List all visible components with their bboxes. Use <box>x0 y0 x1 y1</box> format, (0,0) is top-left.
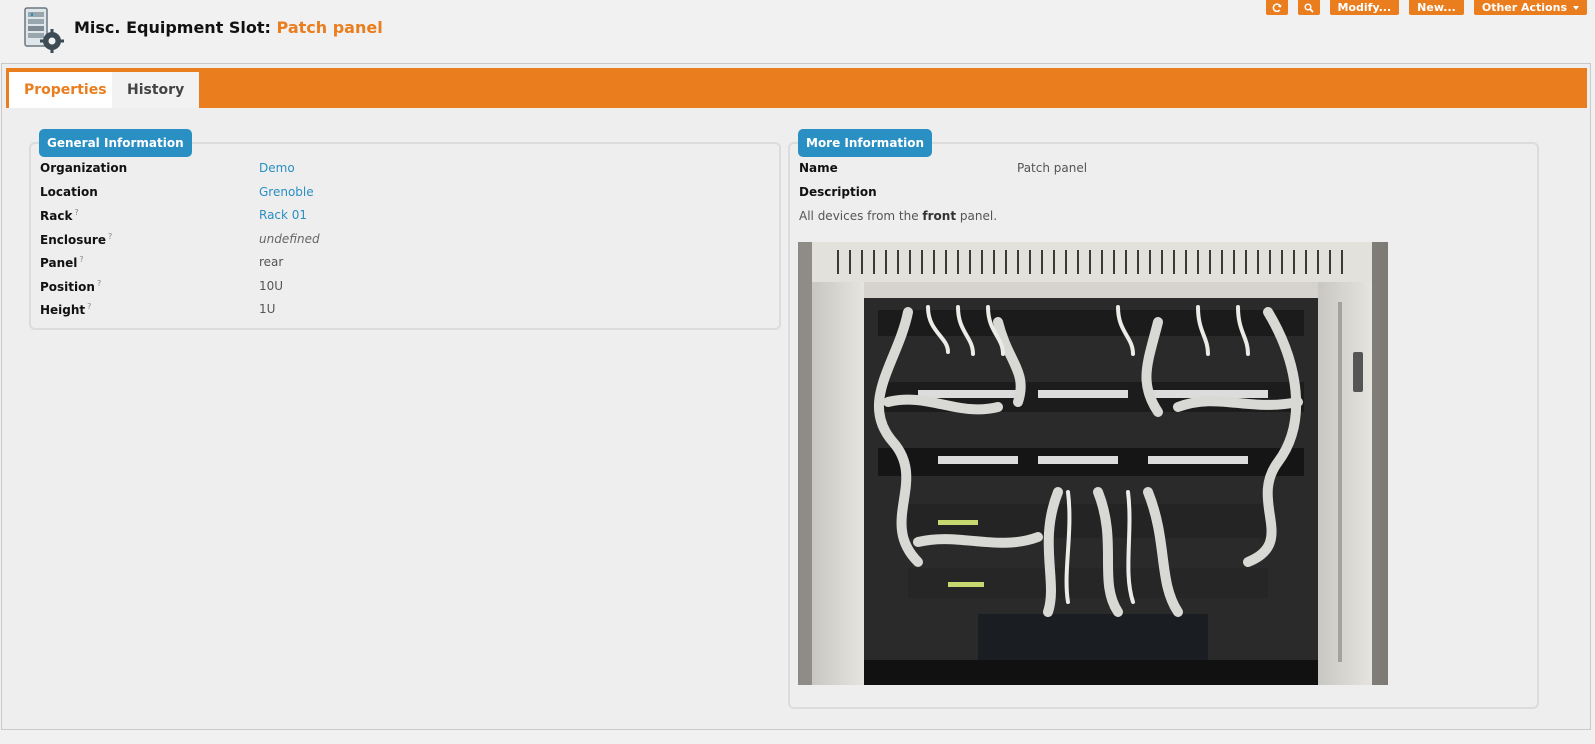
new-button[interactable]: New... <box>1409 0 1464 15</box>
help-icon[interactable]: ? <box>79 255 83 264</box>
help-icon[interactable]: ? <box>74 208 78 217</box>
description-text: All devices from the front panel. <box>799 209 997 223</box>
tab-properties[interactable]: Properties <box>9 72 122 108</box>
location-value-link[interactable]: Grenoble <box>259 185 314 199</box>
help-icon[interactable]: ? <box>87 302 91 311</box>
refresh-button[interactable] <box>1265 0 1288 15</box>
rack-field: Rack? <box>40 208 79 223</box>
tab-bar: Properties History <box>6 68 1587 108</box>
page-title: Misc. Equipment Slot: Patch panel <box>74 18 383 37</box>
panel-field: Panel? <box>40 255 84 270</box>
enclosure-field: Enclosure? <box>40 232 112 247</box>
action-bar: Modify... New... Other Actions <box>1265 0 1587 15</box>
position-label: Position <box>40 280 95 294</box>
rack-photo-image <box>798 242 1388 685</box>
help-icon[interactable]: ? <box>108 232 112 241</box>
page-title-object-name: Patch panel <box>276 18 383 37</box>
location-label: Location <box>40 185 98 199</box>
panel-label: Panel <box>40 256 78 270</box>
position-field: Position? <box>40 279 101 294</box>
name-value: Patch panel <box>1017 161 1088 175</box>
general-information-legend: General Information <box>39 129 192 157</box>
panel-value: rear <box>259 255 284 269</box>
general-information-section <box>29 142 781 330</box>
more-information-legend: More Information <box>798 129 933 157</box>
other-actions-button[interactable]: Other Actions <box>1473 0 1587 15</box>
rack-value-link[interactable]: Rack 01 <box>259 208 307 222</box>
search-button[interactable] <box>1297 0 1320 15</box>
tab-history[interactable]: History <box>112 72 200 108</box>
search-icon <box>1303 2 1314 13</box>
refresh-icon <box>1272 2 1282 12</box>
description-text-bold: front <box>922 209 957 223</box>
height-value: 1U <box>259 302 276 316</box>
name-label: Name <box>799 161 838 175</box>
rack-equipment-icon <box>24 7 64 53</box>
other-actions-label: Other Actions <box>1481 1 1567 14</box>
page-header: Misc. Equipment Slot: Patch panel Modify… <box>0 0 1595 62</box>
modify-button[interactable]: Modify... <box>1329 0 1400 15</box>
organization-label: Organization <box>40 161 128 175</box>
chevron-down-icon <box>1573 5 1579 10</box>
organization-value-link[interactable]: Demo <box>259 161 295 175</box>
page-title-class: Misc. Equipment Slot: <box>74 18 271 37</box>
height-label: Height <box>40 303 86 317</box>
description-text-start: All devices from the <box>799 209 923 223</box>
enclosure-value: undefined <box>259 232 320 246</box>
position-value: 10U <box>259 279 284 293</box>
description-label: Description <box>799 185 877 199</box>
description-text-end: panel. <box>956 209 998 223</box>
enclosure-label: Enclosure <box>40 233 106 247</box>
rack-label: Rack <box>40 209 73 223</box>
height-field: Height? <box>40 302 91 317</box>
help-icon[interactable]: ? <box>97 279 101 288</box>
